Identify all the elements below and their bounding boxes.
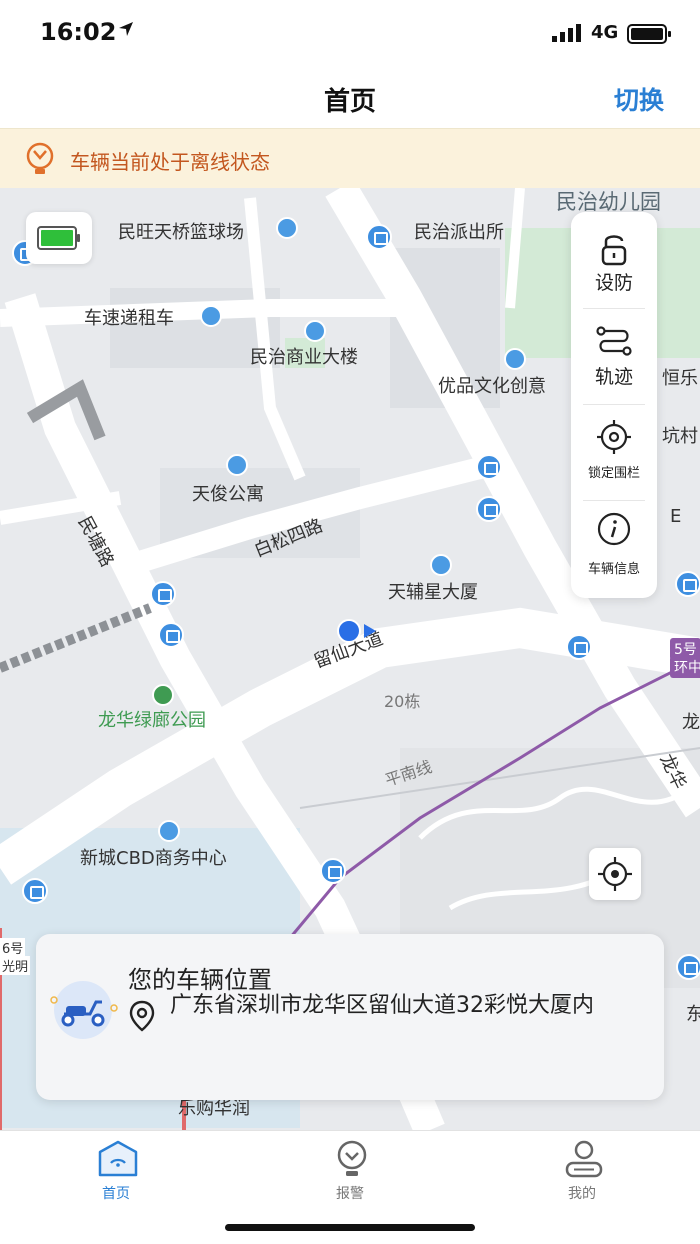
profile-icon <box>565 1140 603 1178</box>
map-label-tianfu: 天辅星大厦 <box>388 582 478 603</box>
lock-icon <box>601 235 627 266</box>
battery-card <box>26 212 92 264</box>
map-label-car-rental: 车速递租车 <box>84 308 174 329</box>
map-tools-panel: 设防 轨迹 锁定围栏 车辆信息 <box>571 212 657 598</box>
track-icon <box>596 326 632 356</box>
map-label-basketball: 民旺天桥篮球场 <box>118 222 244 243</box>
switch-button[interactable]: 切换 <box>614 81 664 117</box>
offline-status-text: 车辆当前处于离线状态 <box>70 150 270 174</box>
bus-stop-icon <box>676 954 700 980</box>
fence-label: 锁定围栏 <box>587 466 640 481</box>
parking-icon <box>675 571 700 597</box>
tab-profile[interactable]: 我的 <box>522 1139 642 1203</box>
park-icon <box>152 684 174 706</box>
status-time: 16:02 <box>40 18 117 46</box>
arm-button[interactable]: 设防 <box>571 212 657 308</box>
tab-home[interactable]: 首页 <box>56 1139 176 1203</box>
map-pin-icon <box>129 1000 155 1032</box>
tab-alarm[interactable]: 报警 <box>290 1139 410 1203</box>
battery-icon <box>627 24 671 44</box>
map-label-metro6: 6号 <box>0 938 26 957</box>
vehicle-location-card[interactable]: 您的车辆位置 广东省深圳市龙华区留仙大道32彩悦大厦内 <box>36 934 664 1100</box>
fence-target-icon <box>597 420 631 454</box>
poi-icon <box>276 217 298 239</box>
building-icon <box>430 554 452 576</box>
map-label-long: 龙 <box>682 712 700 733</box>
offline-banner: 车辆当前处于离线状态 <box>0 128 700 188</box>
map-label-police: 民治派出所 <box>414 222 504 243</box>
tab-alarm-label: 报警 <box>336 1186 364 1202</box>
map-label-guangming: 光明 <box>0 956 31 975</box>
building-icon <box>158 820 180 842</box>
map-label-cbd: 新城CBD商务中心 <box>80 848 227 869</box>
crosshair-icon <box>598 857 632 891</box>
vehicle-info-button[interactable]: 车辆信息 <box>571 500 657 596</box>
map-label-tianjun: 天俊公寓 <box>192 484 264 505</box>
map-label-dong: 东 <box>686 1004 700 1025</box>
map-label-village: 坑村 <box>662 426 698 447</box>
info-icon <box>597 512 631 546</box>
signal-bars-icon <box>552 24 581 42</box>
map-label-letter-e: E <box>670 506 682 527</box>
fence-button[interactable]: 锁定围栏 <box>571 404 657 500</box>
bus-stop-icon <box>320 858 346 884</box>
page-title: 首页 <box>323 87 376 117</box>
map-label-metro5-ring: 环中 <box>670 656 700 678</box>
track-button[interactable]: 轨迹 <box>571 308 657 404</box>
home-icon <box>98 1140 138 1177</box>
tab-home-label: 首页 <box>102 1186 130 1202</box>
map-label-building20: 20栋 <box>384 692 421 711</box>
bus-stop-icon <box>366 224 392 250</box>
locate-button[interactable] <box>589 848 641 900</box>
scooter-icon <box>50 981 118 1039</box>
building-icon <box>304 320 326 342</box>
vehicle-address: 广东省深圳市龙华区留仙大道32彩悦大厦内 <box>170 993 594 1018</box>
map-label-culture: 优品文化创意 <box>438 376 546 397</box>
car-rental-icon <box>200 305 222 327</box>
alarm-bulb-icon <box>337 1140 367 1176</box>
status-bar: 16:02 4G <box>0 0 700 66</box>
map-label-commercial-building: 民治商业大楼 <box>250 347 358 368</box>
bus-stop-icon <box>476 454 502 480</box>
warning-bulb-icon <box>26 142 54 174</box>
app-root: 16:02 4G 首页 切换 车辆当前处于离线状态 民治幼儿园 民旺天桥篮球场 … <box>0 0 700 1244</box>
bus-stop-icon <box>150 581 176 607</box>
app-header: 首页 切换 <box>0 66 700 128</box>
tab-profile-label: 我的 <box>568 1186 596 1202</box>
vehicle-battery-icon <box>37 226 80 250</box>
map-label-greenway-park: 龙华绿廊公园 <box>98 710 206 731</box>
home-indicator <box>225 1224 475 1231</box>
bus-stop-icon <box>566 634 592 660</box>
vehicle-location-marker[interactable] <box>336 618 380 644</box>
map-view[interactable]: 民治幼儿园 民旺天桥篮球场 民治派出所 车速递租车 民治商业大楼 优品文化创意 … <box>0 188 700 1130</box>
bus-stop-icon <box>476 496 502 522</box>
bus-stop-icon <box>22 878 48 904</box>
arm-label: 设防 <box>594 272 633 294</box>
apartment-icon <box>226 454 248 476</box>
location-arrow-icon <box>119 22 133 36</box>
building-icon <box>504 348 526 370</box>
track-label: 轨迹 <box>594 366 633 388</box>
network-type: 4G <box>591 22 619 43</box>
bus-stop-icon <box>158 622 184 648</box>
map-label-heng: 恒乐 <box>662 368 698 389</box>
vehicle-info-label: 车辆信息 <box>587 562 640 577</box>
